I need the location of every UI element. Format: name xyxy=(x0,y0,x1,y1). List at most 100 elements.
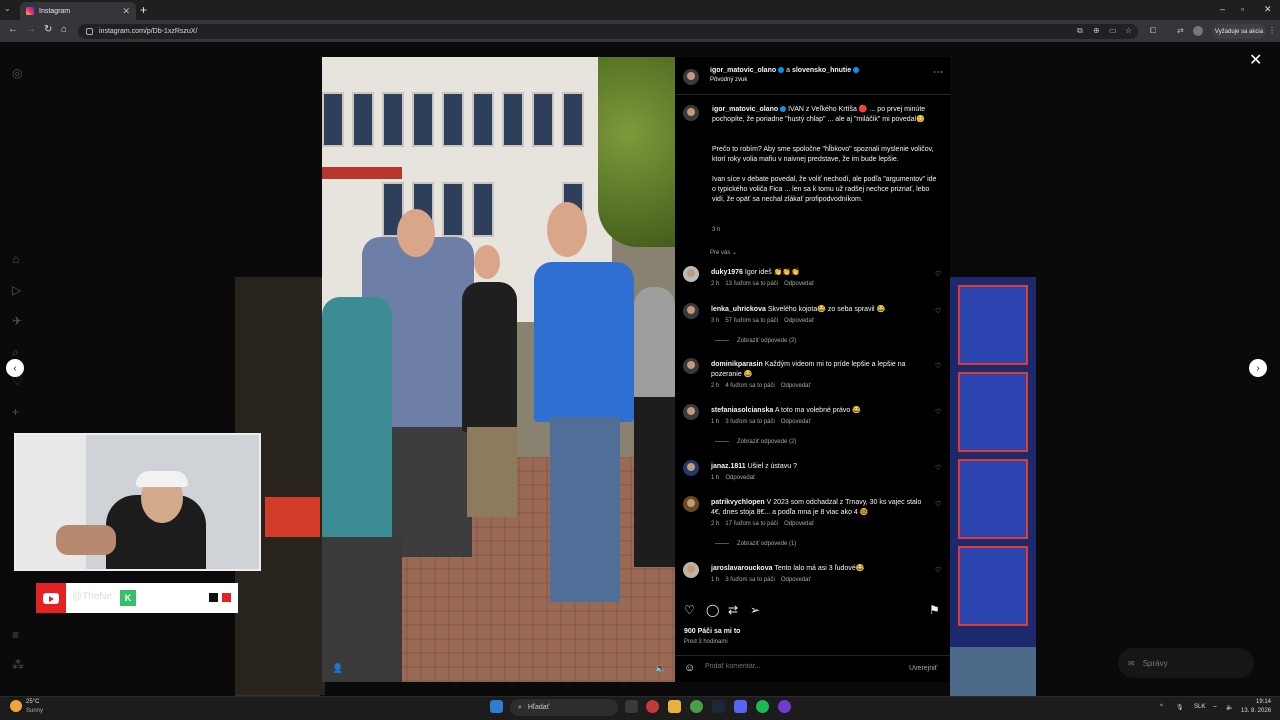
commenter-avatar[interactable] xyxy=(683,562,699,578)
comment-likes[interactable]: 3 ľuďom sa to páči xyxy=(725,577,774,583)
next-post-button[interactable]: › xyxy=(1249,359,1267,377)
caption-author-avatar[interactable] xyxy=(683,105,699,121)
translate-icon[interactable]: ⧉ xyxy=(1077,26,1083,36)
volume-icon[interactable]: 🔈 xyxy=(1226,704,1233,711)
tagged-users-icon[interactable]: 👤 xyxy=(332,663,343,674)
next-post-preview[interactable] xyxy=(950,277,1036,695)
zoom-icon[interactable]: ⊕ xyxy=(1093,26,1100,35)
comment-likes[interactable]: 57 ľuďom sa to páči xyxy=(725,318,778,324)
home-icon[interactable]: ⌂ xyxy=(12,252,19,266)
caption-username[interactable]: igor_matovic_olano xyxy=(712,106,778,113)
search-icon[interactable]: ⌕ xyxy=(12,345,19,360)
plus-icon[interactable]: + xyxy=(12,405,19,419)
comment-username[interactable]: jaroslavarouckova xyxy=(711,565,772,572)
comment-username[interactable]: patrikvychlopen xyxy=(711,499,765,506)
microphone-icon[interactable]: 🎙 xyxy=(1176,704,1184,711)
show-replies-button[interactable]: Zobraziť odpovede (2) xyxy=(715,439,796,445)
author-avatar[interactable] xyxy=(683,69,699,85)
browser-tab[interactable]: Instagram ✕ xyxy=(20,2,136,20)
post-video[interactable]: 👤 🔈 xyxy=(322,57,675,682)
home-icon[interactable]: ⌂ xyxy=(61,24,67,35)
reels-icon[interactable]: ▷ xyxy=(12,283,21,297)
comment-username[interactable]: janaz.1811 xyxy=(711,463,746,470)
like-comment-icon[interactable]: ♡ xyxy=(935,362,941,370)
like-comment-icon[interactable]: ♡ xyxy=(935,566,941,574)
reply-button[interactable]: Odpovedať xyxy=(784,281,814,287)
window-close-button[interactable]: ✕ xyxy=(1264,4,1272,15)
reload-icon[interactable]: ↻ xyxy=(44,24,52,35)
show-replies-button[interactable]: Zobraziť odpovede (1) xyxy=(715,541,796,547)
discord-icon[interactable] xyxy=(734,700,747,713)
comment-username[interactable]: duky1976 xyxy=(711,269,743,276)
original-audio[interactable]: Pôvodný zvuk xyxy=(710,77,747,83)
comments-filter[interactable]: Pre vás ⌄ xyxy=(710,249,737,256)
instagram-icon[interactable]: ◎ xyxy=(12,66,22,80)
like-comment-icon[interactable]: ♡ xyxy=(935,464,941,472)
messages-button[interactable]: ✉ Správy xyxy=(1118,648,1254,678)
taskbar-search[interactable]: ⌕ Hľadať xyxy=(510,699,618,716)
maximize-button[interactable]: ▫ xyxy=(1241,4,1244,14)
like-comment-icon[interactable]: ♡ xyxy=(935,408,941,416)
tray-chevron-icon[interactable]: ^ xyxy=(1160,704,1163,710)
repost-icon[interactable]: ⇄ xyxy=(728,603,738,617)
reply-button[interactable]: Odpovedať xyxy=(784,318,814,324)
site-info-icon[interactable] xyxy=(86,28,93,35)
minimize-button[interactable]: – xyxy=(1220,4,1225,14)
reply-button[interactable]: Odpovedať xyxy=(781,419,811,425)
extensions-icon[interactable]: ⧠ xyxy=(1150,26,1156,36)
reply-button[interactable]: Odpovedať xyxy=(725,475,755,481)
weather-temperature[interactable]: 25°C xyxy=(26,699,39,705)
show-replies-button[interactable]: Zobraziť odpovede (2) xyxy=(715,338,796,344)
steam-icon[interactable] xyxy=(712,700,725,713)
more-options-icon[interactable]: ⋯ xyxy=(933,67,943,78)
author-username[interactable]: igor_matovic_olano xyxy=(710,67,776,74)
comment-likes[interactable]: 17 ľuďom sa to páči xyxy=(725,521,778,527)
comment-likes[interactable]: 13 ľuďom sa to páči xyxy=(725,281,778,287)
commenter-avatar[interactable] xyxy=(683,404,699,420)
task-view-icon[interactable] xyxy=(625,700,638,713)
comment-username[interactable]: stefaniasolcianska xyxy=(711,407,773,414)
file-explorer-icon[interactable] xyxy=(668,700,681,713)
network-icon[interactable]: ⌔ xyxy=(1212,704,1218,712)
apps-icon[interactable]: ⁂ xyxy=(12,658,24,672)
previous-post-button[interactable]: ‹ xyxy=(6,359,24,377)
back-icon[interactable]: ← xyxy=(8,24,18,35)
reply-button[interactable]: Odpovedať xyxy=(784,521,814,527)
browser-menu-icon[interactable]: ⋮ xyxy=(1268,26,1276,35)
bookmark-star-icon[interactable]: ☆ xyxy=(1125,26,1132,35)
like-comment-icon[interactable]: ♡ xyxy=(935,307,941,315)
clock-time[interactable]: 19:14 xyxy=(1256,699,1271,705)
save-bookmark-icon[interactable]: ⚑ xyxy=(929,603,940,617)
emoji-icon[interactable]: ☺ xyxy=(684,662,695,674)
language-indicator[interactable]: SLK xyxy=(1194,704,1205,710)
comment-input[interactable] xyxy=(705,663,895,670)
app-icon[interactable] xyxy=(778,700,791,713)
app-icon[interactable] xyxy=(646,700,659,713)
reply-button[interactable]: Odpovedať xyxy=(781,383,811,389)
profile-avatar[interactable] xyxy=(1193,26,1203,36)
comment-username[interactable]: dominikparasin xyxy=(711,361,763,368)
like-icon[interactable]: ♡ xyxy=(684,603,695,617)
forward-icon[interactable]: → xyxy=(26,24,36,35)
sun-icon[interactable] xyxy=(10,700,22,712)
chrome-icon[interactable] xyxy=(690,700,703,713)
coauthor-username[interactable]: slovensko_hnutie xyxy=(792,67,851,74)
profile-sync-icon[interactable]: ⇄ xyxy=(1177,26,1184,35)
sound-toggle-icon[interactable]: 🔈 xyxy=(655,663,666,674)
commenter-avatar[interactable] xyxy=(683,496,699,512)
update-required-button[interactable]: Vyžaduje sa akcia xyxy=(1212,24,1266,39)
like-comment-icon[interactable]: ♡ xyxy=(935,270,941,278)
tab-search-icon[interactable]: ⌄ xyxy=(4,4,11,13)
comment-icon[interactable]: ◯ xyxy=(706,603,719,617)
comment-likes[interactable]: 3 ľuďom sa to páči xyxy=(725,419,774,425)
comment-username[interactable]: lenka_uhrickova xyxy=(711,306,766,313)
tab-close-icon[interactable]: ✕ xyxy=(122,6,130,17)
like-comment-icon[interactable]: ♡ xyxy=(935,500,941,508)
comment-likes[interactable]: 4 ľuďom sa to páči xyxy=(725,383,774,389)
address-bar[interactable]: instagram.com/p/Db-1xzRszuX/ xyxy=(78,24,1138,39)
commenter-avatar[interactable] xyxy=(683,266,699,282)
publish-comment-button[interactable]: Uverejniť xyxy=(909,665,937,672)
share-icon[interactable]: ➢ xyxy=(750,603,760,617)
clock-date[interactable]: 13. 8. 2026 xyxy=(1241,708,1271,714)
menu-icon[interactable]: ≡ xyxy=(12,628,19,642)
